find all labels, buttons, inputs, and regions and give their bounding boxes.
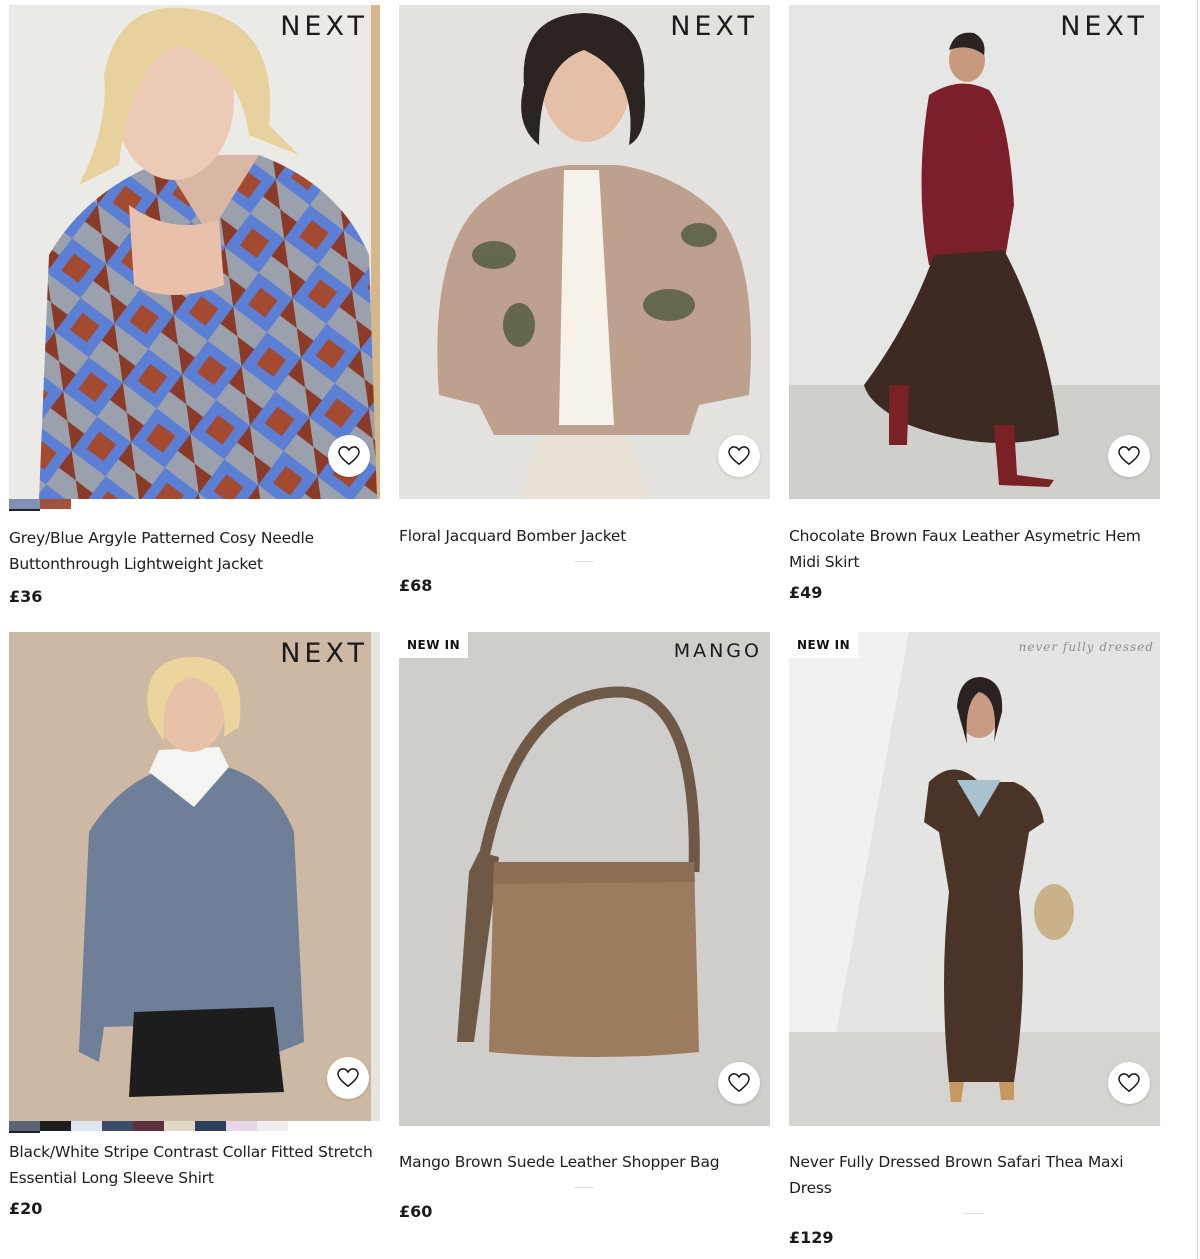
favourite-button[interactable] — [718, 1062, 760, 1104]
product-card[interactable]: NEW IN never fully dressed Never Fully D… — [789, 632, 1160, 1247]
heart-outline-icon — [1118, 446, 1140, 466]
colour-swatch[interactable] — [102, 1121, 133, 1131]
product-image[interactable]: NEW IN never fully dressed — [789, 632, 1160, 1126]
colour-swatches — [9, 1121, 380, 1131]
heart-outline-icon — [728, 1073, 750, 1093]
brand-logo: never fully dressed — [1018, 640, 1154, 654]
colour-swatch[interactable] — [133, 1121, 164, 1131]
product-title[interactable]: Floral Jacquard Bomber Jacket — [399, 523, 770, 549]
new-in-badge: NEW IN — [399, 632, 469, 658]
product-photo-illustration — [9, 632, 380, 1121]
divider — [574, 1187, 594, 1188]
scrollbar-track[interactable] — [1197, 0, 1198, 1259]
colour-swatch[interactable] — [9, 1121, 40, 1131]
product-card[interactable]: NEXT Floral Jacquard Bomber Jacket £68 — [399, 5, 770, 595]
product-card[interactable]: NEXT Chocolate Brown Faux Leather Asymet… — [789, 5, 1160, 602]
colour-swatch[interactable] — [71, 1121, 102, 1131]
selected-swatch-indicator — [9, 509, 40, 511]
product-photo-illustration — [399, 632, 770, 1126]
product-price: £129 — [789, 1228, 834, 1247]
brand-logo: NEXT — [670, 11, 758, 42]
heart-outline-icon — [337, 1068, 359, 1088]
product-grid: NEXT Grey/Blue Argyle Patterned Cosy Nee… — [9, 5, 1169, 1255]
colour-swatch[interactable] — [195, 1121, 226, 1131]
product-title[interactable]: Black/White Stripe Contrast Collar Fitte… — [9, 1139, 380, 1191]
heart-outline-icon — [728, 446, 750, 466]
product-title[interactable]: Grey/Blue Argyle Patterned Cosy Needle B… — [9, 525, 380, 577]
divider — [574, 561, 594, 562]
favourite-button[interactable] — [1108, 435, 1150, 477]
brand-logo: MANGO — [673, 640, 762, 662]
product-image[interactable]: NEW IN MANGO — [399, 632, 770, 1126]
favourite-button[interactable] — [718, 435, 760, 477]
divider — [964, 1213, 984, 1214]
colour-swatches — [9, 499, 380, 509]
colour-swatch[interactable] — [9, 499, 40, 509]
brand-logo: NEXT — [280, 638, 368, 669]
favourite-button[interactable] — [327, 1057, 369, 1099]
product-image[interactable]: NEXT — [9, 632, 380, 1121]
product-price: £68 — [399, 576, 433, 595]
favourite-button[interactable] — [328, 435, 370, 477]
product-title[interactable]: Never Fully Dressed Brown Safari Thea Ma… — [789, 1149, 1160, 1201]
product-image[interactable]: NEXT — [789, 5, 1160, 499]
product-title[interactable]: Mango Brown Suede Leather Shopper Bag — [399, 1149, 770, 1175]
product-card[interactable]: NEW IN MANGO Mango Brown Suede Leather S… — [399, 632, 770, 1221]
selected-swatch-indicator — [9, 1131, 40, 1133]
product-photo-illustration — [9, 5, 380, 499]
colour-swatch[interactable] — [257, 1121, 288, 1131]
product-photo-illustration — [399, 5, 770, 499]
colour-swatch[interactable] — [226, 1121, 257, 1131]
product-price: £49 — [789, 583, 823, 602]
colour-swatch[interactable] — [164, 1121, 195, 1131]
heart-outline-icon — [1118, 1073, 1140, 1093]
new-in-badge: NEW IN — [789, 632, 859, 658]
product-title[interactable]: Chocolate Brown Faux Leather Asymetric H… — [789, 523, 1160, 575]
product-card[interactable]: NEXT Grey/Blue Argyle Patterned Cosy Nee… — [9, 5, 380, 606]
heart-outline-icon — [338, 446, 360, 466]
brand-logo: NEXT — [1060, 11, 1148, 42]
product-photo-illustration — [789, 632, 1160, 1126]
product-price: £60 — [399, 1202, 433, 1221]
colour-swatch[interactable] — [40, 499, 71, 509]
product-image[interactable]: NEXT — [399, 5, 770, 499]
product-price: £36 — [9, 587, 43, 606]
product-photo-illustration — [789, 5, 1160, 499]
colour-swatch[interactable] — [40, 1121, 71, 1131]
brand-logo: NEXT — [280, 11, 368, 42]
product-image[interactable]: NEXT — [9, 5, 380, 499]
favourite-button[interactable] — [1108, 1062, 1150, 1104]
product-price: £20 — [9, 1199, 43, 1218]
product-card[interactable]: NEXT Black/White Stripe Contrast Collar … — [9, 632, 380, 1218]
